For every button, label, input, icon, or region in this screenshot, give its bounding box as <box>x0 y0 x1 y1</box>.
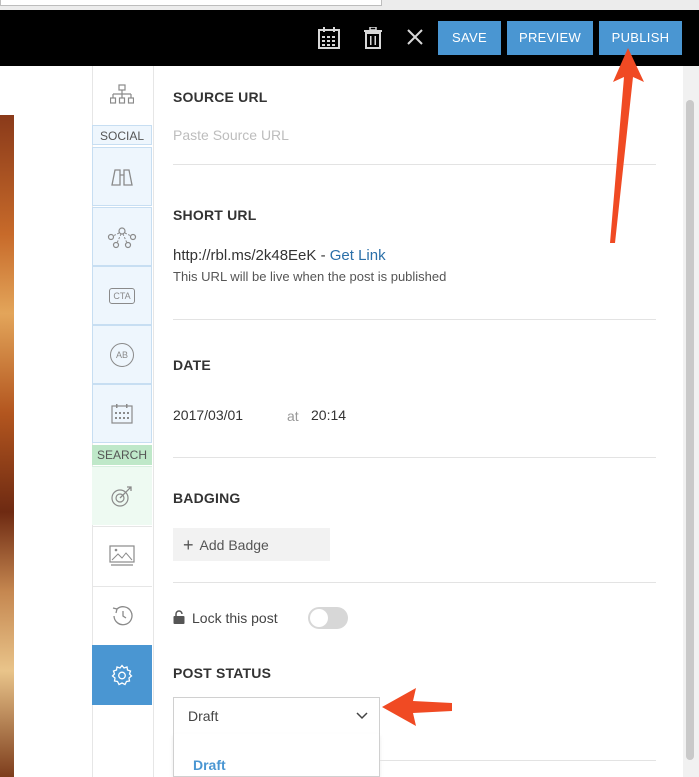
calendar-icon[interactable] <box>318 27 340 49</box>
browser-address-bar-edge <box>0 0 382 6</box>
add-badge-label: Add Badge <box>199 536 269 553</box>
close-icon[interactable] <box>407 29 423 45</box>
short-url-value: http://rbl.ms/2k48EeK <box>173 247 317 264</box>
post-status-title: POST STATUS <box>173 665 272 681</box>
editor-toolbar <box>0 10 699 66</box>
rail-cta-item[interactable]: CTA <box>92 266 152 325</box>
background-image-strip <box>0 115 14 777</box>
post-status-select[interactable]: Draft <box>173 697 380 735</box>
rail-media-item[interactable] <box>92 526 152 585</box>
plus-icon: + <box>183 534 194 555</box>
rail-social-label: SOCIAL <box>92 125 152 145</box>
binoculars-icon <box>109 166 135 188</box>
trash-icon[interactable] <box>364 27 382 49</box>
short-url-separator: - <box>316 247 330 264</box>
lock-post-label: Lock this post <box>192 610 278 626</box>
short-url-line: http://rbl.ms/2k48EeK - Get Link <box>173 247 386 264</box>
calendar-grid-icon <box>111 403 133 424</box>
lock-icon <box>173 610 185 624</box>
source-url-input[interactable]: Paste Source URL <box>173 127 656 143</box>
rail-facebook-item[interactable] <box>92 147 152 206</box>
short-url-title: SHORT URL <box>173 207 257 223</box>
cta-icon: CTA <box>109 287 135 304</box>
badging-title: BADGING <box>173 490 241 506</box>
divider <box>173 457 656 458</box>
toggle-knob <box>310 609 328 627</box>
divider <box>173 319 656 320</box>
date-input[interactable]: 2017/03/01 <box>173 407 243 423</box>
image-icon <box>109 545 135 567</box>
chevron-down-icon <box>356 710 368 720</box>
rail-network-item[interactable] <box>92 207 152 266</box>
annotation-arrow-status <box>382 688 452 726</box>
annotation-arrow-publish <box>610 48 644 243</box>
people-network-icon <box>106 225 138 249</box>
scrollbar-thumb[interactable] <box>686 100 694 760</box>
save-button[interactable]: SAVE <box>438 21 501 55</box>
rail-sitemap-item[interactable] <box>92 66 152 124</box>
short-url-note: This URL will be live when the post is p… <box>173 269 447 284</box>
ab-test-icon: AB <box>110 342 134 367</box>
rail-schedule-item[interactable] <box>92 384 152 443</box>
rail-seo-item[interactable] <box>92 466 152 525</box>
get-link-link[interactable]: Get Link <box>330 247 386 264</box>
target-arrow-icon <box>110 484 134 508</box>
date-at-label: at <box>287 408 299 424</box>
post-status-dropdown: Draft <box>173 734 380 777</box>
rail-settings-item[interactable] <box>92 645 152 705</box>
date-title: DATE <box>173 357 211 373</box>
history-icon <box>110 604 134 628</box>
add-badge-button[interactable]: + Add Badge <box>173 528 330 561</box>
rail-search-label: SEARCH <box>92 445 152 465</box>
source-url-title: SOURCE URL <box>173 89 268 105</box>
dropdown-option-draft[interactable]: Draft <box>193 757 226 773</box>
preview-button[interactable]: PREVIEW <box>507 21 593 55</box>
rail-ab-test-item[interactable]: AB <box>92 325 152 384</box>
divider <box>173 582 656 583</box>
sitemap-icon <box>110 84 134 106</box>
gear-icon <box>111 664 133 686</box>
rail-history-item[interactable] <box>92 586 152 645</box>
divider <box>173 164 656 165</box>
post-status-selected: Draft <box>188 708 219 724</box>
time-input[interactable]: 20:14 <box>311 407 346 423</box>
divider <box>380 760 656 761</box>
